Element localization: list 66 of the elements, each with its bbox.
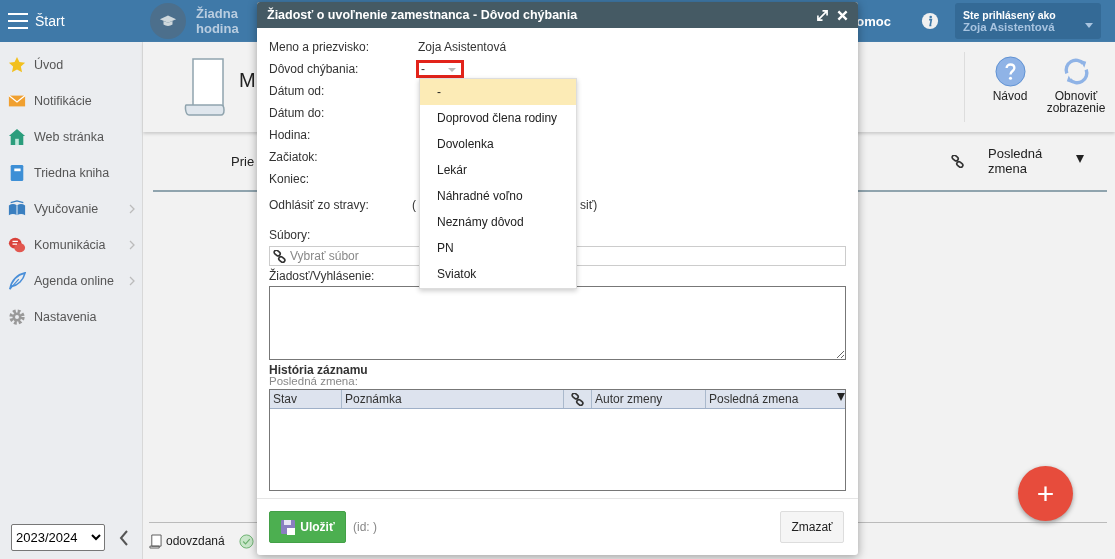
field-value: ( xyxy=(412,198,416,212)
link-icon xyxy=(571,392,584,406)
request-field[interactable] xyxy=(269,286,846,360)
expand-icon[interactable] xyxy=(817,9,828,21)
sidebar-item[interactable]: Web stránka xyxy=(0,119,142,155)
help-icon xyxy=(994,56,1026,87)
page-title: M xyxy=(239,68,256,92)
dropdown-option[interactable]: Doprovod člena rodiny xyxy=(420,105,576,131)
school-year-select[interactable]: 2023/2024 xyxy=(11,524,105,551)
house-icon xyxy=(8,128,26,146)
field-value: siť) xyxy=(580,198,598,212)
feather-icon xyxy=(8,272,26,290)
field-label: Súbory: xyxy=(269,228,311,242)
dropdown-option[interactable]: - xyxy=(420,79,576,105)
column-header[interactable]: Poznámka xyxy=(345,390,402,408)
chat-icon xyxy=(8,236,26,254)
dialog-title: Žiadosť o uvoľnenie zamestnanca - Dôvod chýbania xyxy=(267,8,578,22)
sidebar-item[interactable]: Úvod xyxy=(0,47,142,83)
sidebar-item[interactable]: Agenda online xyxy=(0,263,142,299)
check-circle-icon xyxy=(238,533,254,549)
sidebar-item[interactable]: Triedna kniha xyxy=(0,155,142,191)
collapse-icon[interactable] xyxy=(119,529,129,546)
sidebar-item[interactable]: Komunikácia xyxy=(0,227,142,263)
column-header[interactable]: Posledná zmena xyxy=(988,146,1080,176)
notebook-icon xyxy=(8,164,26,182)
field-value: Zoja Asistentová xyxy=(418,40,507,54)
field-label: Žiadosť/Vyhlásenie: xyxy=(269,269,375,283)
info-icon[interactable] xyxy=(921,12,939,30)
help-link[interactable]: omoc xyxy=(856,13,891,29)
dropdown-option[interactable]: Sviatok xyxy=(420,261,576,287)
sidebar-item[interactable]: Notifikácie xyxy=(0,83,142,119)
guide-button[interactable]: Návod xyxy=(981,52,1039,122)
add-button[interactable]: + xyxy=(1018,466,1073,521)
legend-label: odovzdaná xyxy=(166,534,225,548)
sidebar-item[interactable]: Nastavenia xyxy=(0,299,142,335)
close-icon[interactable] xyxy=(837,9,848,21)
field-label: Začiatok: xyxy=(269,150,319,164)
field-label: Meno a priezvisko: xyxy=(269,40,371,54)
column-header[interactable]: Stav xyxy=(273,390,297,408)
dropdown-option[interactable]: Náhradné voľno xyxy=(420,183,576,209)
record-id: (id: ) xyxy=(353,520,377,534)
document-icon xyxy=(149,533,162,549)
field-label: Odhlásiť zo stravy: xyxy=(269,198,370,212)
section-subtitle: Posledná zmena: xyxy=(269,376,359,387)
user-menu[interactable]: Ste prihlásený ako Zoja Asistentová xyxy=(955,3,1101,39)
field-label: Dátum do: xyxy=(269,106,326,120)
section-title: História záznamu xyxy=(269,364,369,376)
column-header[interactable]: Autor zmeny xyxy=(595,390,663,408)
dropdown-option[interactable]: Dovolenka xyxy=(420,131,576,157)
column-header[interactable]: Posledná zmena xyxy=(709,390,799,408)
gear-icon xyxy=(8,308,26,326)
delete-button[interactable]: Zmazať xyxy=(780,511,844,543)
star-icon xyxy=(8,56,26,74)
dropdown-option[interactable]: PN xyxy=(420,235,576,261)
field-label: Hodina: xyxy=(269,128,312,142)
dropdown-option[interactable]: Lekár xyxy=(420,157,576,183)
refresh-button[interactable]: Obnoviť zobrazenie xyxy=(1047,52,1105,122)
field-label: Dátum od: xyxy=(269,84,326,98)
open-book-icon xyxy=(8,200,26,218)
app-title: Štart xyxy=(35,13,66,29)
field-label: Dôvod chýbania: xyxy=(269,62,360,76)
link-icon xyxy=(951,154,964,168)
dropdown-option[interactable]: Neznámy dôvod xyxy=(420,209,576,235)
field-label: Koniec: xyxy=(269,172,311,186)
sidebar-item[interactable]: Vyučovanie xyxy=(0,191,142,227)
graduation-cap-icon xyxy=(150,3,186,39)
